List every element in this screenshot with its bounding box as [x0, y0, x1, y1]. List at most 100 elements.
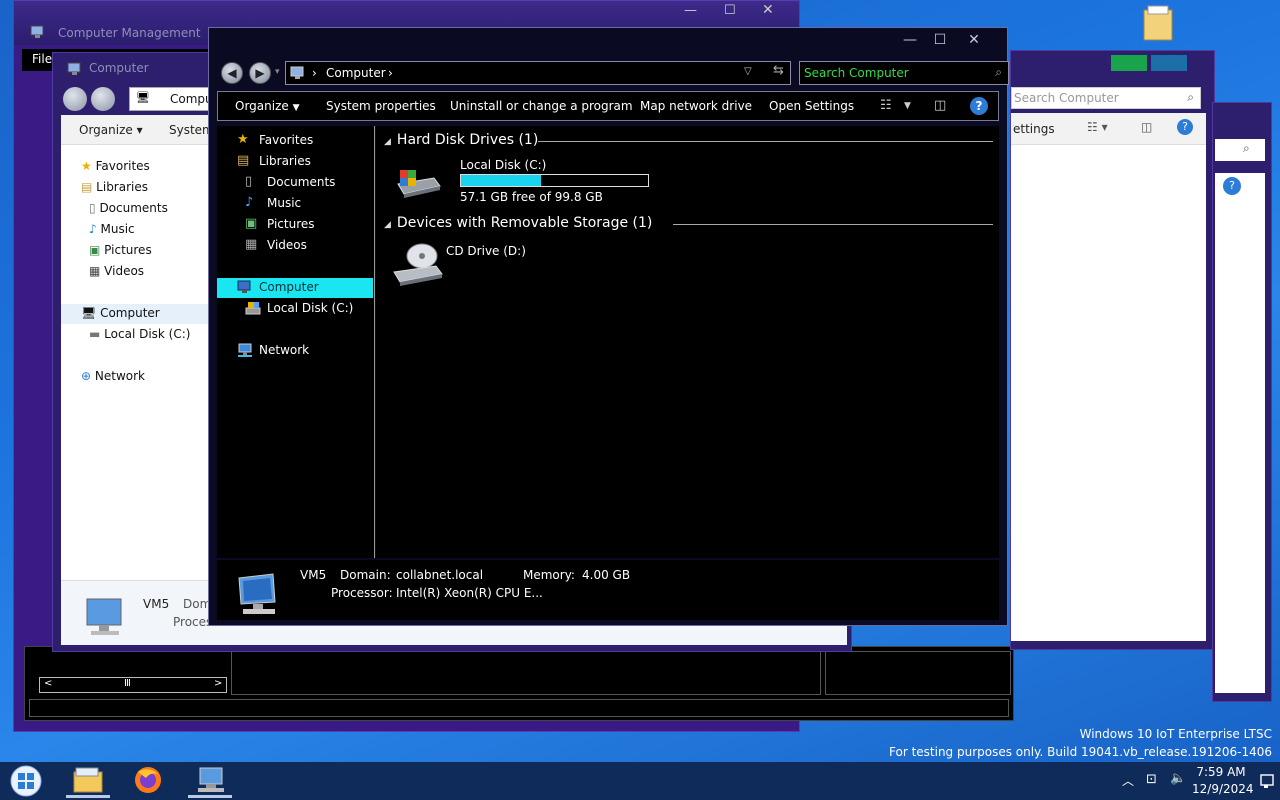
minimize-button[interactable]: — [895, 30, 925, 52]
background-window-far-right[interactable]: ⌕ ? [1212, 102, 1272, 702]
search-box[interactable]: ⌕ [799, 61, 1009, 85]
scroll-right-icon[interactable]: > [214, 678, 222, 689]
drive-local-disk-c[interactable]: Local Disk (C:) 57.1 GB free of 99.8 GB [390, 156, 649, 204]
minimize-button[interactable]: — [684, 3, 697, 18]
nav-music[interactable]: ♪ Music [245, 194, 367, 214]
notifications-icon[interactable] [1258, 766, 1276, 796]
nav-pictures[interactable]: ▣ Pictures [245, 215, 367, 235]
nav-libraries[interactable]: ▤ Libraries [81, 180, 148, 194]
nav-computer[interactable]: 🖥 Computer [81, 306, 160, 320]
scroll-left-icon[interactable]: < [44, 678, 52, 689]
collapse-triangle-icon[interactable]: ◢ [384, 137, 391, 147]
breadcrumb-arrow-icon[interactable]: › [312, 66, 317, 80]
nav-network[interactable]: ⊕ Network [81, 369, 145, 383]
nav-videos[interactable]: ▦ Videos [245, 236, 367, 256]
nav-computer[interactable]: Computer [217, 278, 373, 298]
search-icon[interactable]: ⌕ [1243, 141, 1250, 156]
show-hidden-icons-chevron-up-icon[interactable]: ︿ [1122, 772, 1134, 800]
change-view-icon[interactable]: ☷ [880, 98, 892, 113]
view-icon[interactable]: ☷ ▾ [1087, 120, 1108, 134]
computer-management-icon [30, 24, 46, 43]
taskbar: ︿ ⊡ 🔈 7:59 AM 12/9/2024 [0, 762, 1280, 800]
maximize-button[interactable] [1111, 55, 1147, 71]
view-dropdown-icon[interactable]: ▼ [904, 101, 911, 111]
organize-button[interactable]: Organize ▾ [79, 123, 143, 137]
search-input[interactable] [804, 64, 984, 82]
preview-pane-icon[interactable]: ◫ [934, 98, 946, 113]
nav-favorites[interactable]: ★ Favorites [237, 131, 367, 151]
open-settings-button[interactable]: Open Settings [769, 99, 854, 113]
domain-label: Domain: [340, 568, 391, 582]
maximize-button[interactable]: ☐ [925, 30, 955, 52]
nav-label: Videos [104, 264, 145, 278]
map-network-drive-button[interactable]: Map network drive [640, 99, 752, 113]
breadcrumb-computer[interactable]: Computer [326, 66, 386, 80]
forward-button[interactable]: ▶ [249, 62, 271, 84]
nav-label: Libraries [96, 180, 148, 194]
close-button[interactable]: ✕ [959, 30, 989, 52]
nav-libraries[interactable]: ▤ Libraries [237, 152, 367, 172]
back-button[interactable]: ◀ [221, 62, 243, 84]
nav-favorites[interactable]: ★ Favorites [81, 159, 150, 173]
content-pane: ◢ Hard Disk Drives (1) Local Disk (C:) 57… [376, 126, 999, 558]
desktop-folder-icon[interactable] [1140, 4, 1180, 47]
drive-icon [245, 300, 261, 320]
nav-local-disk[interactable]: ▬ Local Disk (C:) [89, 327, 190, 341]
maximize-button[interactable]: ☐ [724, 3, 736, 18]
nav-documents[interactable]: ▯ Documents [89, 201, 168, 215]
settings-command[interactable]: ettings [1013, 122, 1055, 136]
taskbar-clock[interactable]: 7:59 AM 12/9/2024 [1192, 764, 1254, 798]
network-tray-icon[interactable]: ⊡ [1146, 772, 1157, 800]
address-dropdown-icon[interactable]: ▽ [744, 66, 752, 77]
search-box[interactable]: Search Computer ⌕ [1011, 87, 1201, 109]
drive-cd-d[interactable]: CD Drive (D:) [390, 240, 550, 290]
breadcrumb-arrow-icon[interactable]: › [388, 66, 393, 80]
taskbar-computer-management[interactable] [186, 764, 234, 798]
recent-pages-icon[interactable]: ▾ [275, 67, 280, 77]
close-button[interactable]: ✕ [762, 2, 774, 18]
menu-file[interactable]: File [32, 52, 52, 66]
horizontal-scrollbar[interactable]: < Ⅲ > [39, 677, 227, 693]
uninstall-program-button[interactable]: Uninstall or change a program [450, 99, 633, 113]
taskbar-file-explorer[interactable] [64, 764, 112, 798]
hard-drive-icon [394, 166, 442, 201]
volume-icon[interactable]: 🔈 [1170, 771, 1186, 800]
refresh-icon[interactable]: ⇆ [773, 63, 784, 78]
help-icon[interactable]: ? [1223, 177, 1241, 195]
panel-frame [231, 651, 821, 695]
system-properties-button[interactable]: System properties [326, 99, 436, 113]
scroll-thumb-icon[interactable]: Ⅲ [124, 678, 131, 689]
computer-icon: 🖥 [136, 91, 150, 104]
close-button[interactable] [1151, 55, 1187, 71]
collapse-triangle-icon[interactable]: ◢ [384, 220, 391, 230]
start-button[interactable] [6, 764, 50, 798]
network-icon [237, 342, 253, 362]
pane-divider[interactable] [374, 126, 375, 558]
nav-videos[interactable]: ▦ Videos [89, 264, 144, 278]
back-button[interactable] [63, 87, 87, 111]
search-icon[interactable]: ⌕ [1187, 90, 1194, 105]
search-box[interactable]: ⌕ [1215, 139, 1265, 161]
star-icon: ★ [237, 132, 249, 147]
address-bar[interactable]: › Computer › ▽ [285, 61, 791, 85]
nav-documents[interactable]: ▯ Documents [245, 173, 367, 193]
search-icon[interactable]: ⌕ [995, 65, 1002, 80]
forward-button[interactable] [91, 87, 115, 111]
help-icon[interactable]: ? [1177, 119, 1193, 135]
nav-pictures[interactable]: ▣ Pictures [89, 243, 152, 257]
background-window-right[interactable]: Search Computer ⌕ ettings ☷ ▾ ◫ ? [1010, 50, 1215, 650]
computer-large-icon [233, 572, 283, 619]
organize-button[interactable]: Organize ▼ [235, 99, 300, 113]
nav-label: Pictures [104, 243, 152, 257]
preview-pane-icon[interactable]: ◫ [1141, 120, 1152, 134]
explorer-window-computer[interactable]: — ☐ ✕ ◀ ▶ ▾ › Computer › ▽ ⇆ ⌕ Organize … [208, 27, 1009, 626]
help-icon[interactable]: ? [970, 97, 988, 115]
group-hard-disk-drives[interactable]: ◢ Hard Disk Drives (1) [384, 132, 538, 148]
title-bar[interactable]: — ☐ ✕ [209, 28, 1007, 58]
chevron-down-icon: ▼ [292, 103, 300, 113]
nav-local-disk[interactable]: Local Disk (C:) [245, 299, 367, 319]
nav-network[interactable]: Network [237, 341, 367, 361]
taskbar-firefox[interactable] [124, 764, 172, 798]
group-removable-storage[interactable]: ◢ Devices with Removable Storage (1) [384, 215, 652, 231]
nav-music[interactable]: ♪ Music [89, 222, 135, 236]
